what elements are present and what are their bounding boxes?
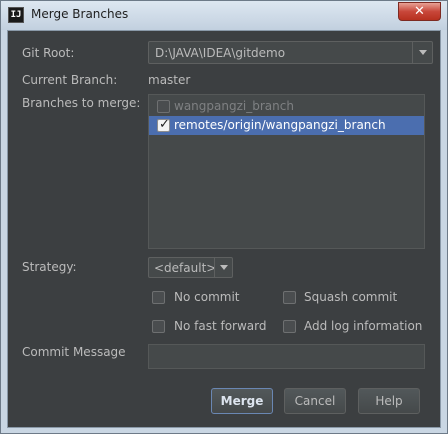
squash-commit-label: Squash commit bbox=[304, 290, 398, 304]
strategy-label: Strategy: bbox=[22, 260, 77, 274]
no-fast-forward-checkbox[interactable] bbox=[152, 320, 165, 333]
current-branch-label: Current Branch: bbox=[22, 73, 118, 87]
chevron-down-icon bbox=[419, 50, 427, 55]
commit-message-label: Commit Message bbox=[22, 345, 126, 359]
strategy-dropdown-button[interactable] bbox=[214, 258, 232, 277]
branch-row-selected[interactable]: ✓ remotes/origin/wangpangzi_branch bbox=[149, 116, 424, 135]
branch-row[interactable]: wangpangzi_branch bbox=[149, 97, 424, 116]
chevron-down-icon bbox=[220, 265, 228, 270]
current-branch-value: master bbox=[148, 73, 191, 87]
add-log-checkbox[interactable] bbox=[283, 320, 296, 333]
git-root-combo[interactable]: D:\JAVA\IDEA\gitdemo bbox=[148, 41, 433, 64]
branch-name: remotes/origin/wangpangzi_branch bbox=[174, 118, 386, 132]
squash-commit-checkbox[interactable] bbox=[283, 291, 296, 304]
branches-list[interactable]: wangpangzi_branch ✓ remotes/origin/wangp… bbox=[148, 94, 425, 249]
git-root-label: Git Root: bbox=[22, 46, 75, 60]
strategy-value: <default> bbox=[154, 261, 217, 275]
git-root-dropdown-button[interactable] bbox=[412, 42, 432, 63]
branches-to-merge-label: Branches to merge: bbox=[22, 96, 141, 110]
add-log-label: Add log information bbox=[304, 319, 423, 333]
no-fast-forward-label: No fast forward bbox=[174, 319, 267, 333]
branch-checkbox-checked[interactable]: ✓ bbox=[157, 117, 170, 132]
title-bar: IJ Merge Branches ✕ bbox=[1, 1, 447, 30]
window-title: Merge Branches bbox=[31, 7, 129, 21]
git-root-value: D:\JAVA\IDEA\gitdemo bbox=[155, 46, 286, 60]
no-commit-label: No commit bbox=[174, 290, 240, 304]
no-commit-checkbox[interactable] bbox=[152, 291, 165, 304]
dialog-content: Git Root: D:\JAVA\IDEA\gitdemo Current B… bbox=[7, 30, 441, 428]
branch-name: wangpangzi_branch bbox=[174, 99, 294, 113]
branch-checkbox[interactable] bbox=[157, 100, 170, 113]
strategy-combo[interactable]: <default> bbox=[148, 257, 233, 278]
intellij-app-icon: IJ bbox=[8, 7, 24, 23]
cancel-button[interactable]: Cancel bbox=[284, 388, 346, 414]
merge-button[interactable]: Merge bbox=[211, 388, 273, 414]
help-button[interactable]: Help bbox=[358, 388, 420, 414]
checkmark-icon: ✓ bbox=[159, 117, 170, 132]
commit-message-input[interactable] bbox=[148, 344, 425, 369]
close-button[interactable]: ✕ bbox=[398, 2, 441, 21]
merge-branches-dialog: IJ Merge Branches ✕ Git Root: D:\JAVA\ID… bbox=[0, 0, 448, 434]
